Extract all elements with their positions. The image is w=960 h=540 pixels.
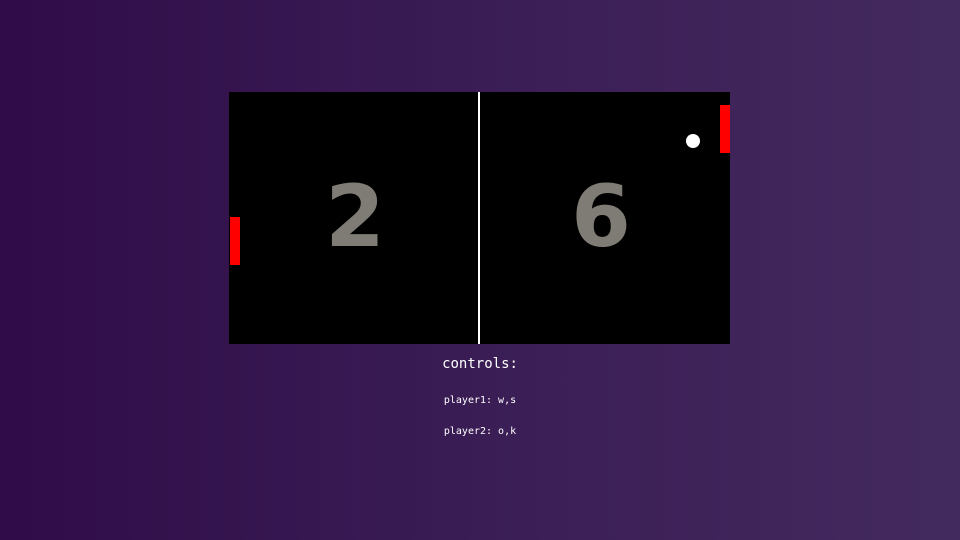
player1-paddle [230, 217, 240, 265]
ball [686, 134, 700, 148]
center-net [478, 92, 480, 344]
game-board[interactable]: 2 6 [229, 92, 730, 344]
player2-score: 6 [571, 167, 633, 267]
player2-controls: player2: o,k [443, 426, 517, 437]
player1-controls: player1: w,s [443, 395, 517, 406]
controls-heading: controls: [442, 356, 518, 372]
player2-paddle [720, 105, 730, 153]
player1-score: 2 [325, 167, 387, 267]
